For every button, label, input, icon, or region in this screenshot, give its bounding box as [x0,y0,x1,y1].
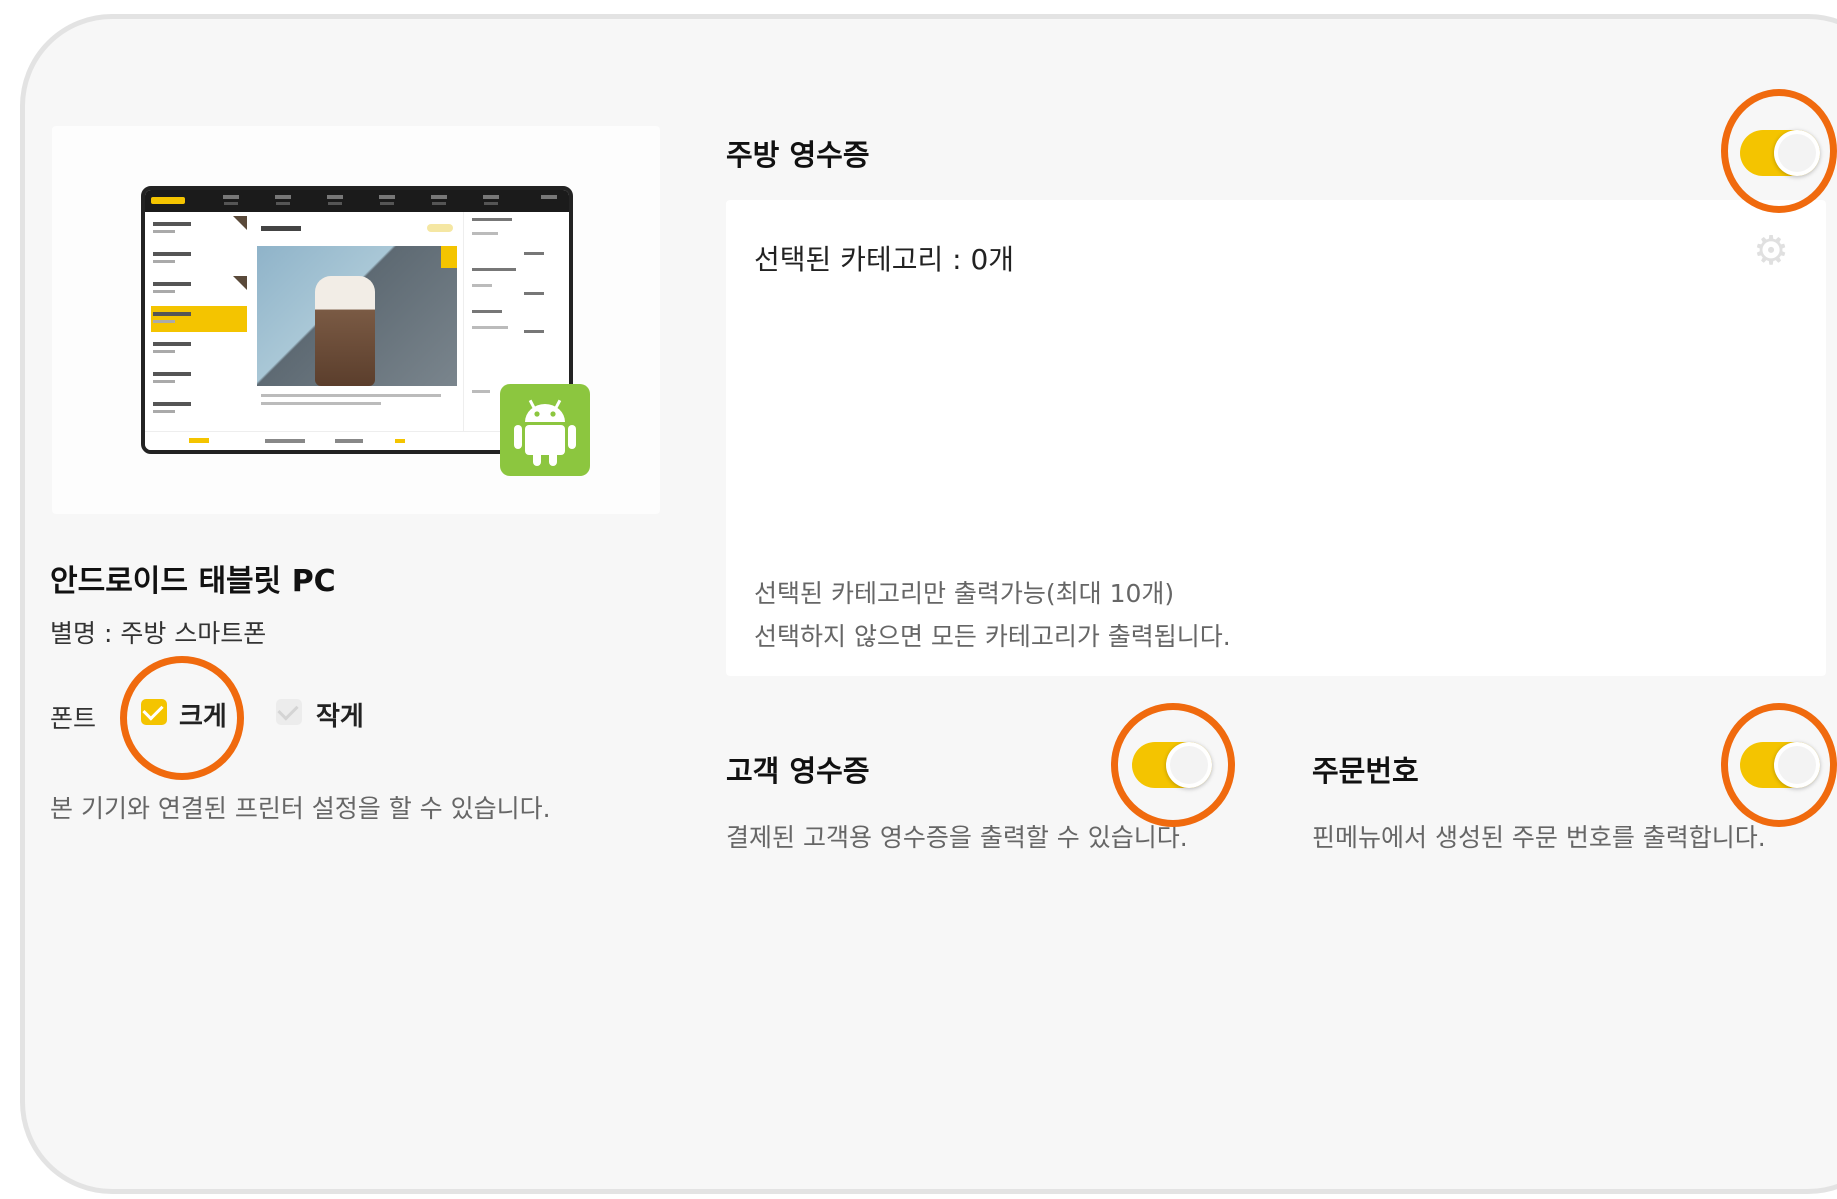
customer-receipt-toggle[interactable] [1132,742,1212,788]
kitchen-receipt-toggle[interactable] [1740,130,1820,176]
order-number-toggle[interactable] [1740,742,1820,788]
font-large-label[interactable]: 크게 [179,696,227,733]
gear-icon[interactable]: ⚙ [1748,228,1794,274]
device-description: 본 기기와 연결된 프린터 설정을 할 수 있습니다. [50,794,551,823]
category-note-2: 선택하지 않으면 모든 카테고리가 출력됩니다. [754,622,1231,651]
order-number-description: 핀메뉴에서 생성된 주문 번호를 출력합니다. [1312,823,1766,852]
font-label: 폰트 [50,704,97,733]
device-alias: 별명 : 주방 스마트폰 [50,619,267,648]
customer-receipt-description: 결제된 고객용 영수증을 출력할 수 있습니다. [726,823,1188,852]
font-small-checkbox[interactable] [276,699,302,725]
font-small-label[interactable]: 작게 [316,696,364,733]
check-icon [277,699,299,721]
device-title: 안드로이드 태블릿 PC [50,564,336,599]
customer-receipt-title: 고객 영수증 [726,754,870,788]
category-note-1: 선택된 카테고리만 출력가능(최대 10개) [754,579,1175,608]
kitchen-receipt-title: 주방 영수증 [726,138,870,172]
order-number-title: 주문번호 [1312,754,1419,788]
selected-category-count: 선택된 카테고리 : 0개 [754,243,1015,276]
android-icon [500,384,590,476]
check-icon [142,699,164,721]
font-large-checkbox[interactable] [141,699,167,725]
